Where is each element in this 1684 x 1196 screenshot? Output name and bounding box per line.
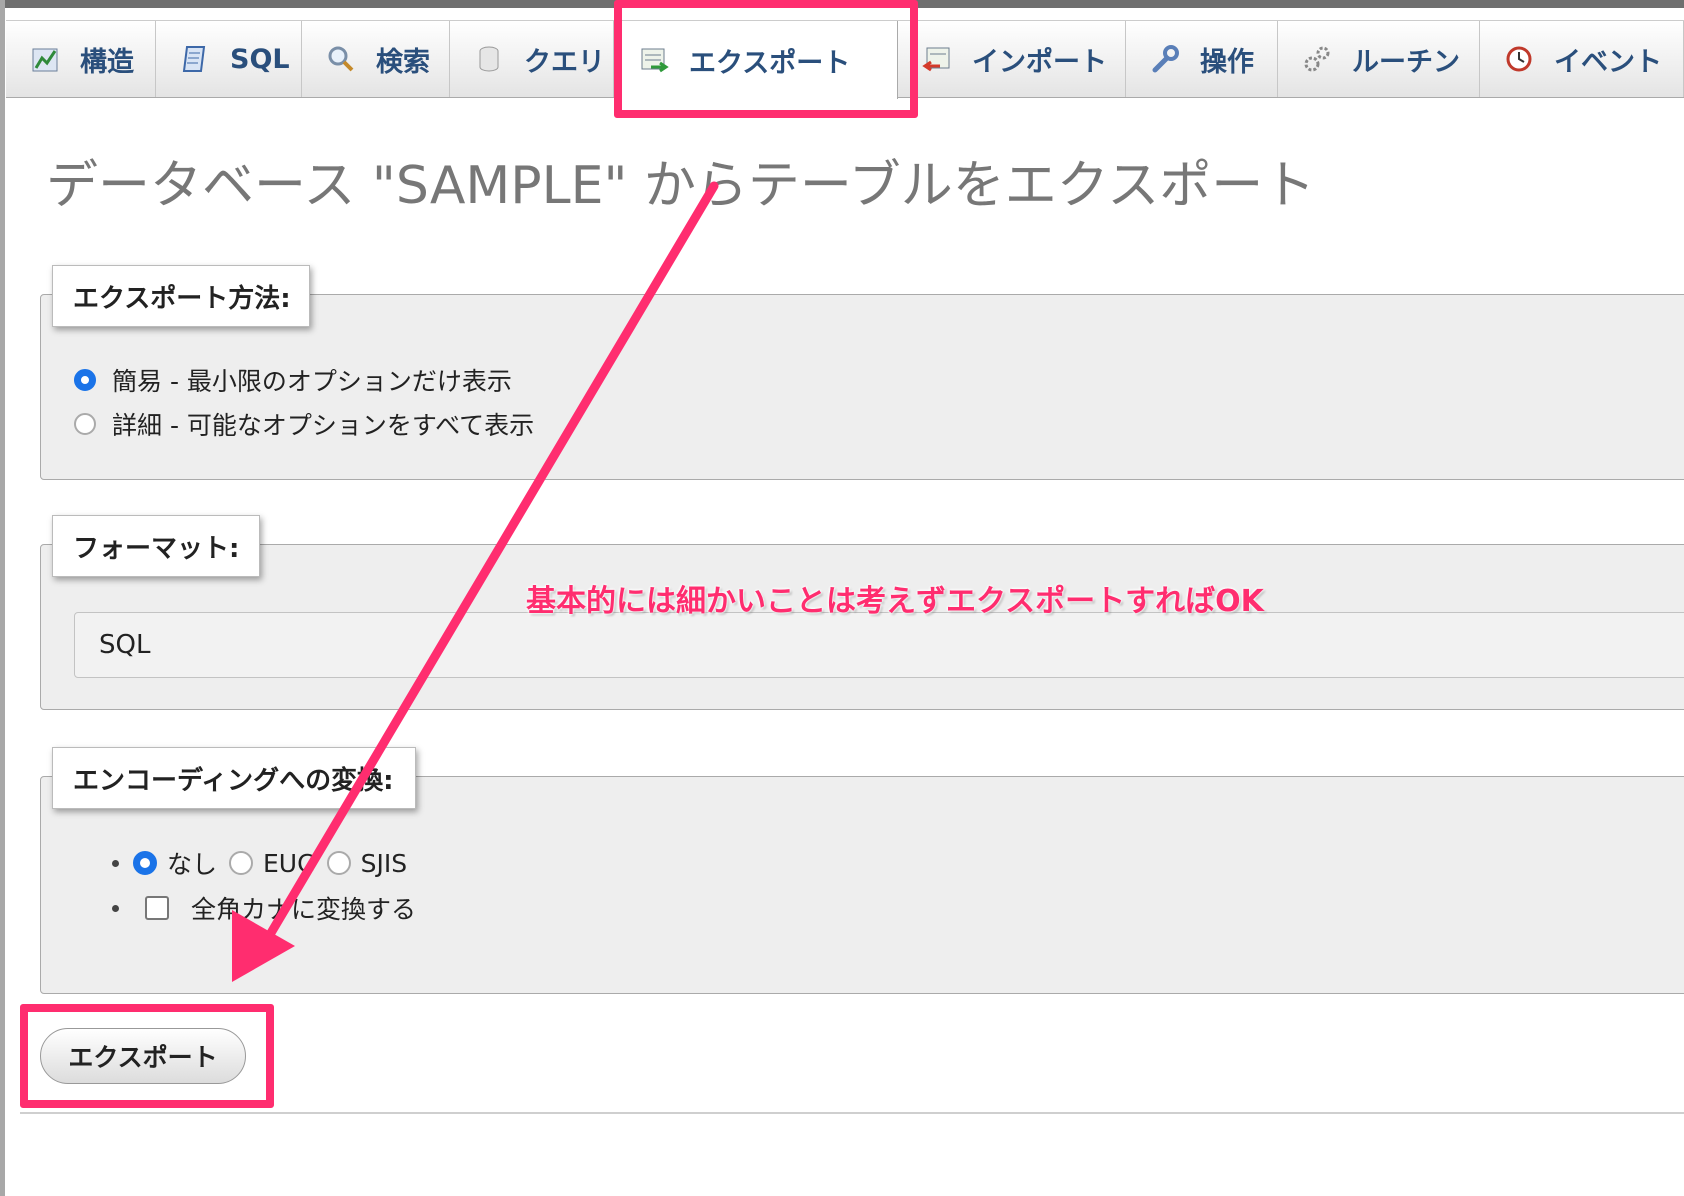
arrow-head [232, 910, 295, 982]
annotation-text: 基本的には細かいことは考えずエクスポートすればOK [526, 584, 1264, 619]
arrow-shaft [263, 181, 719, 943]
